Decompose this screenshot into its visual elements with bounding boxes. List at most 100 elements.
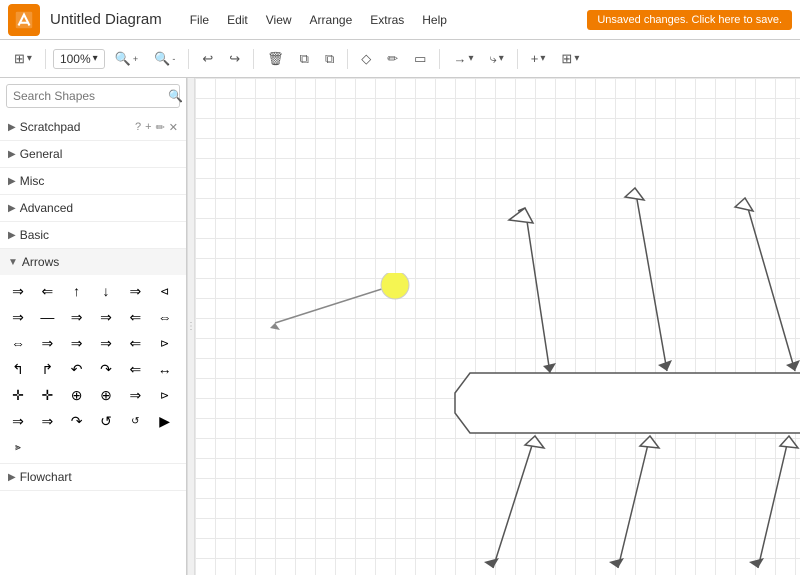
- shape-double-headed[interactable]: ⇔: [153, 305, 177, 329]
- fill-button[interactable]: ◇: [355, 47, 377, 71]
- add-icon[interactable]: +: [145, 121, 151, 134]
- section-basic: ▶ Basic: [0, 222, 186, 249]
- shape-left3[interactable]: ⇐: [123, 331, 147, 355]
- shape-lines[interactable]: ⫸: [6, 435, 30, 459]
- shape-button[interactable]: ▭: [408, 47, 432, 71]
- canvas-area[interactable]: [195, 78, 800, 575]
- save-notice[interactable]: Unsaved changes. Click here to save.: [587, 10, 792, 30]
- shape-right11[interactable]: ⇒: [35, 409, 59, 433]
- zoom-level[interactable]: 100% ▾: [53, 49, 105, 69]
- zoom-out-button[interactable]: 🔍-: [148, 47, 181, 71]
- chevron-right-icon: ▶: [8, 122, 16, 133]
- shape-curve-left[interactable]: ↶: [65, 357, 89, 381]
- shape-turn-left[interactable]: ↰: [6, 357, 30, 381]
- shape-lr-arrow[interactable]: ⇔: [6, 331, 30, 355]
- shape-right7[interactable]: ⇒: [94, 331, 118, 355]
- shape-right5[interactable]: ⇒: [35, 331, 59, 355]
- section-header-general[interactable]: ▶ General: [0, 141, 186, 167]
- canvas-grid: [195, 78, 800, 575]
- shape-right4[interactable]: ⇒: [94, 305, 118, 329]
- close-scratchpad-icon[interactable]: ✕: [169, 121, 178, 134]
- shape-move2[interactable]: ✛: [35, 383, 59, 407]
- shape-left-arrow[interactable]: ⇐: [35, 279, 59, 303]
- app-logo: [8, 4, 40, 36]
- chevron-right-icon: ▶: [8, 230, 16, 241]
- menu-help[interactable]: Help: [414, 9, 455, 31]
- arrow-up-3: [758, 436, 789, 568]
- connection-button[interactable]: → ▾: [447, 47, 479, 70]
- copy-button[interactable]: ⧉: [294, 47, 315, 71]
- menu-edit[interactable]: Edit: [219, 9, 256, 31]
- undo-button[interactable]: ↩: [196, 47, 219, 71]
- section-header-scratchpad[interactable]: ▶ Scratchpad ? + ✏ ✕: [0, 114, 186, 140]
- shape-right9[interactable]: ⊳: [153, 383, 177, 407]
- shape-right-arrow2[interactable]: ⇒: [123, 279, 147, 303]
- sep4: [347, 49, 348, 69]
- shape-down-arrow[interactable]: ↓: [94, 279, 118, 303]
- sep2: [188, 49, 189, 69]
- section-scratchpad: ▶ Scratchpad ? + ✏ ✕: [0, 114, 186, 141]
- menu-view[interactable]: View: [258, 9, 300, 31]
- zoom-in-button[interactable]: 🔍+: [109, 47, 144, 71]
- section-label-scratchpad: Scratchpad: [20, 120, 135, 134]
- shape-left2[interactable]: ⇐: [123, 305, 147, 329]
- menu-file[interactable]: File: [182, 9, 217, 31]
- shape-plus[interactable]: ⊕: [65, 383, 89, 407]
- shape-right-arrow[interactable]: ⇒: [6, 279, 30, 303]
- sep6: [517, 49, 518, 69]
- edit-scratchpad-icon[interactable]: ✏: [156, 121, 165, 134]
- main-horizontal-arrow[interactable]: [455, 373, 800, 433]
- insert-button[interactable]: + ▾: [525, 47, 552, 70]
- delete-button[interactable]: 🗑: [261, 47, 290, 71]
- search-input[interactable]: [13, 89, 168, 103]
- section-arrows: ▼ Arrows ⇒ ⇐ ↑ ↓ ⇒ ⊲ ⇒ — ⇒ ⇒ ⇐: [0, 249, 186, 464]
- section-header-flowchart[interactable]: ▶ Flowchart: [0, 464, 186, 490]
- shape-fill-arrow[interactable]: ▶: [153, 409, 177, 433]
- shape-left4[interactable]: ⇐: [123, 357, 147, 381]
- shape-plus2[interactable]: ⊕: [94, 383, 118, 407]
- section-label-flowchart: Flowchart: [20, 470, 178, 484]
- shape-right6[interactable]: ⇒: [65, 331, 89, 355]
- section-general: ▶ General: [0, 141, 186, 168]
- chevron-down-icon: ▼: [8, 257, 18, 268]
- shape-right10[interactable]: ⇒: [6, 409, 30, 433]
- search-box[interactable]: 🔍: [6, 84, 180, 108]
- section-label-misc: Misc: [20, 174, 178, 188]
- paste-button[interactable]: ⧉: [319, 47, 340, 71]
- shape-redo[interactable]: ↷: [65, 409, 89, 433]
- shape-up-arrow[interactable]: ↑: [65, 279, 89, 303]
- menu-extras[interactable]: Extras: [362, 9, 412, 31]
- line-color-button[interactable]: ✏: [381, 47, 404, 71]
- chevron-right-icon: ▶: [8, 203, 16, 214]
- sidebar: 🔍 ▶ Scratchpad ? + ✏ ✕ ▶: [0, 78, 187, 575]
- shape-curve-right[interactable]: ↷: [94, 357, 118, 381]
- format-button[interactable]: ⊞ ▾: [8, 47, 38, 71]
- toolbar: ⊞ ▾ 100% ▾ 🔍+ 🔍- ↩ ↪ 🗑 ⧉ ⧉ ◇ ✏ ▭ → ▾ ⤷ ▾…: [0, 40, 800, 78]
- shape-turn-right[interactable]: ↱: [35, 357, 59, 381]
- shape-refresh[interactable]: ↺: [94, 409, 118, 433]
- arrows-shapes-grid: ⇒ ⇐ ↑ ↓ ⇒ ⊲ ⇒ — ⇒ ⇒ ⇐ ⇔ ⇔ ⇒ ⇒: [0, 275, 186, 463]
- shape-move[interactable]: ✛: [6, 383, 30, 407]
- shape-double-right[interactable]: ⇒: [6, 305, 30, 329]
- top-bar: Untitled Diagram File Edit View Arrange …: [0, 0, 800, 40]
- section-header-advanced[interactable]: ▶ Advanced: [0, 195, 186, 221]
- redo-button[interactable]: ↪: [223, 47, 246, 71]
- question-icon[interactable]: ?: [135, 121, 141, 134]
- section-header-misc[interactable]: ▶ Misc: [0, 168, 186, 194]
- shape-right8[interactable]: ⇒: [123, 383, 147, 407]
- sep1: [45, 49, 46, 69]
- shape-thick-right[interactable]: ⇒: [65, 305, 89, 329]
- sidebar-resize-handle[interactable]: ⋮: [187, 78, 195, 575]
- shape-horiz-double[interactable]: ↔: [153, 357, 177, 381]
- waypoint-button[interactable]: ⤷ ▾: [483, 47, 509, 71]
- section-label-general: General: [20, 147, 178, 161]
- menu-arrange[interactable]: Arrange: [302, 9, 361, 31]
- shape-thick-left[interactable]: ⊳: [153, 331, 177, 355]
- shape-dash[interactable]: —: [35, 305, 59, 329]
- section-header-basic[interactable]: ▶ Basic: [0, 222, 186, 248]
- menu-bar: File Edit View Arrange Extras Help: [182, 9, 588, 31]
- section-header-arrows[interactable]: ▼ Arrows: [0, 249, 186, 275]
- table-button[interactable]: ⊞ ▾: [555, 47, 585, 71]
- shape-refresh2[interactable]: ↺: [123, 409, 147, 433]
- shape-right-arrow3[interactable]: ⊲: [153, 279, 177, 303]
